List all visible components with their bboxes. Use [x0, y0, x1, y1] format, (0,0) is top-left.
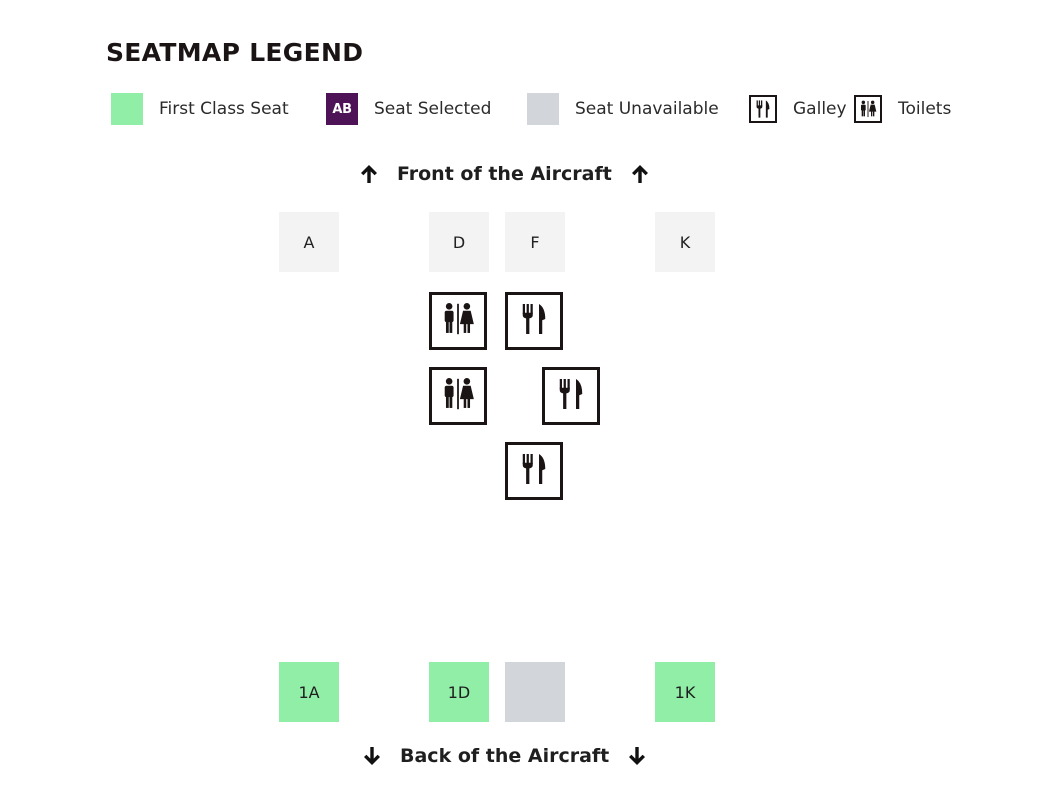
seat-1a[interactable]: 1A	[279, 662, 339, 722]
toilets-icon	[439, 301, 477, 341]
seat-selected-swatch: AB	[326, 93, 358, 125]
galley-facility	[505, 292, 563, 350]
seat-unavailable-swatch	[527, 93, 559, 125]
arrow-up-icon	[359, 164, 379, 184]
toilets-facility	[429, 367, 487, 425]
seat-1k[interactable]: 1K	[655, 662, 715, 722]
galley-icon	[519, 451, 549, 491]
galley-facility	[542, 367, 600, 425]
front-label: Front of the Aircraft	[397, 163, 612, 185]
legend: First Class Seat AB Seat Selected Seat U…	[0, 92, 1052, 126]
front-of-aircraft: Front of the Aircraft	[359, 163, 650, 185]
legend-label: Galley	[793, 99, 847, 119]
legend-seat-unavailable: Seat Unavailable	[527, 92, 719, 126]
legend-toilets: Toilets	[854, 92, 951, 126]
legend-title: SEATMAP LEGEND	[106, 38, 364, 67]
toilets-icon	[439, 376, 477, 416]
first-class-swatch	[111, 93, 143, 125]
galley-icon	[519, 301, 549, 341]
legend-label: Seat Selected	[374, 99, 492, 119]
column-header-a: A	[279, 212, 339, 272]
seat-unavailable	[505, 662, 565, 722]
legend-label: Toilets	[898, 99, 952, 119]
galley-icon	[556, 376, 586, 416]
back-of-aircraft: Back of the Aircraft	[362, 745, 647, 767]
legend-first-class: First Class Seat	[111, 92, 289, 126]
toilets-icon	[854, 95, 882, 123]
arrow-down-icon	[362, 746, 382, 766]
seatmap-page: SEATMAP LEGEND First Class Seat AB Seat …	[0, 0, 1052, 799]
galley-facility	[505, 442, 563, 500]
toilets-facility	[429, 292, 487, 350]
column-header-f: F	[505, 212, 565, 272]
legend-label: First Class Seat	[159, 99, 289, 119]
legend-seat-selected: AB Seat Selected	[326, 92, 491, 126]
legend-galley: Galley	[749, 92, 847, 126]
column-header-k: K	[655, 212, 715, 272]
seat-1d[interactable]: 1D	[429, 662, 489, 722]
column-header-d: D	[429, 212, 489, 272]
arrow-up-icon	[630, 164, 650, 184]
back-label: Back of the Aircraft	[400, 745, 610, 767]
legend-label: Seat Unavailable	[575, 99, 719, 119]
arrow-down-icon	[627, 746, 647, 766]
galley-icon	[749, 95, 777, 123]
